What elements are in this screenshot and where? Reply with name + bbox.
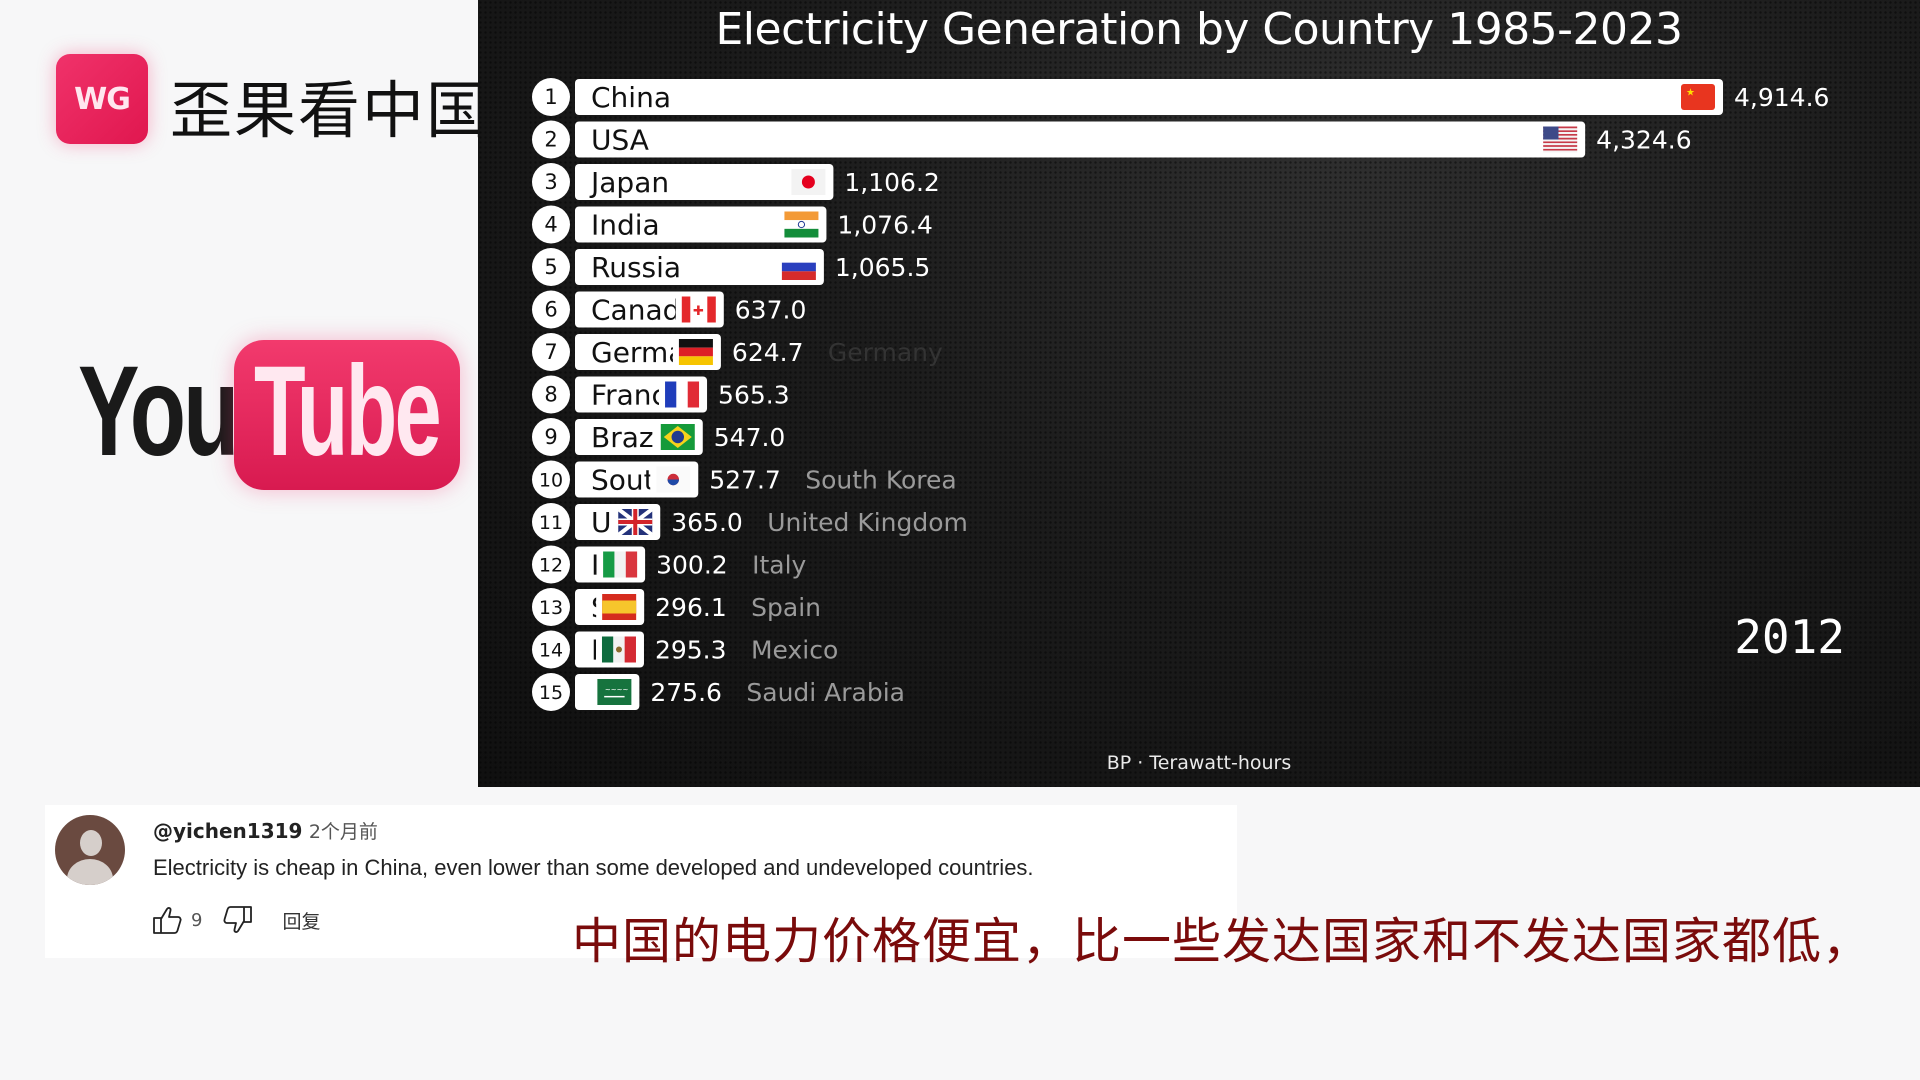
- channel-name: 歪果看中国: [170, 74, 491, 147]
- youtube-logo: You Tube: [78, 340, 468, 495]
- comment-meta: @yichen1319 2个月前: [153, 817, 378, 844]
- bar-row-france: 8 France 565.3: [532, 375, 790, 414]
- bar-value-label: 624.7: [732, 338, 804, 367]
- bar-value-label: 365.0: [671, 508, 743, 537]
- year-label: 2012: [1734, 610, 1845, 664]
- bar-outside-name-label: Mexico: [751, 636, 838, 665]
- flag-cn-icon: ★: [1681, 84, 1715, 110]
- flag-it-icon: [603, 551, 638, 578]
- bar-row-japan: 3 Japan 1,106.2: [532, 163, 940, 201]
- bar-name-label: Russia: [591, 251, 681, 284]
- bar-row-united-kingdom: 11 United Kingdom365.0 United Kingdom: [532, 503, 968, 541]
- youtube-logo-tube: Tube: [254, 340, 442, 483]
- bar-value-label: 4,914.6: [1734, 83, 1829, 112]
- rank-number: 14: [539, 640, 563, 662]
- channel-logo: WG: [56, 54, 148, 144]
- flag-ru-icon: [781, 254, 816, 280]
- bar: [575, 79, 1723, 115]
- video-subtitle: 中国的电力价格便宜，比一些发达国家和不发达国家都低，: [572, 913, 1873, 970]
- comment-actions: 9 回复: [151, 903, 320, 937]
- rank-number: 3: [544, 170, 557, 194]
- rank-number: 2: [544, 128, 557, 152]
- rank-number: 1: [544, 85, 557, 109]
- bar: [575, 121, 1586, 158]
- chart-panel: Electricity Generation by Country 1985-2…: [478, 0, 1920, 787]
- bar-row-mexico: 14Mexico295.3Mexico: [532, 630, 838, 669]
- bar-outside-name-label: Germany: [828, 338, 943, 367]
- bar-value-label: 1,076.4: [837, 211, 932, 240]
- bar-outside-name-label: Saudi Arabia: [746, 678, 905, 707]
- flag-jp-icon: [791, 169, 826, 195]
- flag-kr-icon: [656, 466, 691, 493]
- bar-row-spain: 13Spain296.1Spain: [532, 588, 821, 626]
- rank-number: 12: [539, 555, 563, 577]
- bar-value-label: 296.1: [655, 593, 727, 622]
- bar-outside-name-label: Italy: [752, 551, 806, 580]
- bar-value-label: 1,106.2: [844, 168, 939, 197]
- bar-value-label: 1,065.5: [835, 253, 930, 282]
- bar-name-label: China: [591, 81, 671, 114]
- bar-row-brazil: 9 Brazil 547.0: [532, 418, 785, 456]
- flag-sa-icon: ~~~~: [597, 679, 632, 705]
- thumbs-up-icon[interactable]: [151, 904, 185, 936]
- youtube-logo-you: You: [78, 340, 239, 483]
- bar-value-label: 565.3: [718, 381, 790, 410]
- rank-number: 13: [539, 597, 563, 619]
- rank-number: 6: [544, 298, 557, 322]
- rank-number: 10: [539, 470, 563, 492]
- flag-es-icon: [602, 594, 637, 620]
- reply-button[interactable]: 回复: [282, 907, 320, 934]
- comment-time[interactable]: 2个月前: [309, 821, 378, 843]
- bar-value-label: 275.6: [650, 678, 722, 707]
- flag-mx-icon: [601, 636, 636, 663]
- bar-value-label: 295.3: [655, 636, 727, 665]
- rank-number: 7: [544, 340, 557, 364]
- bar-value-label: 547.0: [714, 423, 786, 452]
- bar-outside-name-label: South Korea: [805, 466, 956, 495]
- bar-row-canada: 6 Canada✚ 637.0: [532, 290, 807, 329]
- rank-number: 15: [539, 682, 563, 704]
- rank-number: 8: [544, 383, 557, 407]
- flag-fr-icon: [665, 381, 700, 408]
- like-count: 9: [191, 909, 203, 931]
- chart-source-label: BP · Terawatt-hours: [1106, 752, 1292, 774]
- bar-name-label: USA: [591, 124, 649, 157]
- bar-value-label: 4,324.6: [1596, 126, 1691, 155]
- bar-row-russia: 5 Russia 1,065.5: [532, 248, 930, 286]
- svg-text:★: ★: [1686, 88, 1695, 99]
- bar-chart: 1 China ★ 4,914.6 2 USA 4,324.6 3 Japan 1,106.2 4 I…: [532, 78, 1829, 711]
- bar-value-label: 527.7: [709, 466, 781, 495]
- bar-row-italy: 12Italy300.2Italy: [532, 545, 807, 584]
- flag-ca-icon: ✚: [681, 296, 716, 323]
- flag-br-icon: [660, 424, 695, 450]
- rank-number: 9: [544, 425, 557, 449]
- bar-value-label: 300.2: [656, 551, 728, 580]
- bar-name-label: Japan: [589, 166, 669, 199]
- avatar-head-shape: [80, 830, 102, 856]
- bar-row-india: 4 India 1,076.4: [532, 205, 933, 244]
- avatar[interactable]: [55, 815, 125, 885]
- bar-outside-name-label: United Kingdom: [767, 508, 968, 537]
- flag-in-icon: [784, 211, 819, 238]
- avatar-body-shape: [67, 859, 113, 885]
- bar-value-label: 637.0: [735, 296, 807, 325]
- bar-name-label: India: [591, 209, 660, 242]
- rank-number: 11: [539, 512, 563, 534]
- rank-number: 5: [544, 255, 557, 279]
- rank-number: 4: [544, 213, 557, 237]
- svg-text:✚: ✚: [693, 304, 704, 319]
- bar-row-saudi-arabia: 15 Saudi Arabia~~~~ 275.6 Saudi Arabia: [532, 673, 905, 711]
- bar-outside-name-label: Spain: [751, 593, 821, 622]
- flag-gb-icon: [617, 507, 654, 537]
- comment-author[interactable]: @yichen1319: [153, 819, 302, 843]
- flag-us-icon: [1543, 126, 1578, 153]
- bar-row-germany: 7 Germany 624.7 Germany: [532, 333, 943, 371]
- thumbs-down-icon[interactable]: [220, 904, 254, 936]
- comment-text: Electricity is cheap in China, even lowe…: [153, 855, 1034, 880]
- svg-text:~~~~: ~~~~: [605, 686, 629, 694]
- bar-row-usa: 2 USA 4,324.6: [532, 120, 1692, 159]
- flag-de-icon: [678, 339, 713, 365]
- bar-row-china: 1 China ★ 4,914.6: [532, 78, 1829, 116]
- bar-row-south-korea: 10 South Korea527.7 South Korea: [532, 460, 957, 499]
